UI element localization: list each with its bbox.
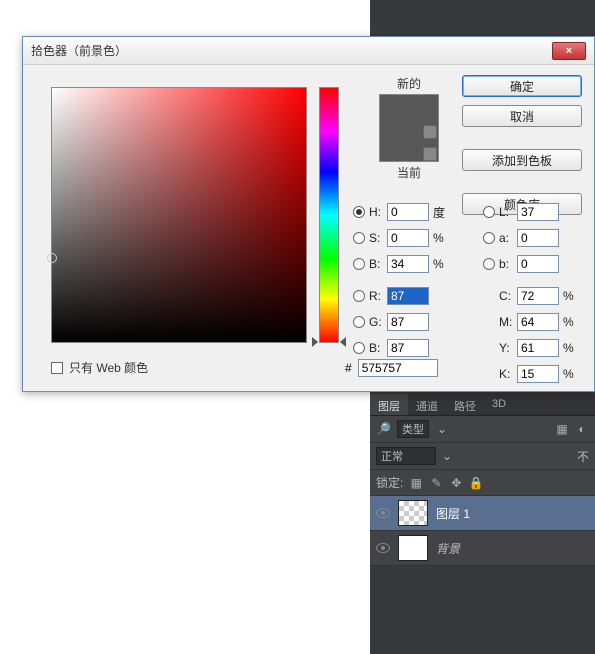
c-unit: % xyxy=(563,289,581,303)
radio-s[interactable] xyxy=(353,232,365,244)
b-unit: % xyxy=(433,257,451,271)
hex-prefix: # xyxy=(345,361,352,375)
hue-slider[interactable] xyxy=(319,87,339,343)
add-swatch-button[interactable]: 添加到色板 xyxy=(462,149,582,171)
m-label: M: xyxy=(499,315,517,329)
color-field[interactable] xyxy=(51,87,307,343)
l-label: L: xyxy=(499,205,517,219)
web-only-row: 只有 Web 颜色 xyxy=(51,359,148,376)
current-label: 当前 xyxy=(359,164,459,181)
b-label: B: xyxy=(369,257,387,271)
lock-label: 锁定: xyxy=(376,474,403,491)
tab-3d[interactable]: 3D xyxy=(484,394,514,415)
titlebar[interactable]: 拾色器（前景色） × xyxy=(23,37,594,65)
blend-mode-select[interactable]: 正常 xyxy=(376,447,436,465)
y-label: Y: xyxy=(499,341,517,355)
layer-thumbnail[interactable] xyxy=(398,535,428,561)
web-only-label: 只有 Web 颜色 xyxy=(69,359,148,376)
lock-pixel-icon[interactable]: ▦ xyxy=(409,476,423,490)
blend-row: 正常 ⌄ 不 xyxy=(370,443,595,470)
layers-panel: 图层 通道 路径 3D 🔎 类型 ⌄ ▦ ◐ 正常 ⌄ 不 锁定: ▦ ✎ ✥ xyxy=(370,394,595,566)
layer-thumbnail[interactable] xyxy=(398,500,428,526)
web-safe-icon[interactable] xyxy=(423,147,437,161)
tab-paths[interactable]: 路径 xyxy=(446,394,484,415)
radio-r[interactable] xyxy=(353,290,365,302)
color-preview: 新的 当前 xyxy=(359,75,459,183)
rgb-b-label: B: xyxy=(369,341,387,355)
radio-a[interactable] xyxy=(483,232,495,244)
visibility-icon[interactable] xyxy=(376,543,390,553)
new-color-swatch xyxy=(380,95,438,128)
radio-rgb-b[interactable] xyxy=(353,342,365,354)
hue-slider-arrow-right[interactable] xyxy=(340,337,346,347)
s-label: S: xyxy=(369,231,387,245)
radio-l[interactable] xyxy=(483,206,495,218)
new-label: 新的 xyxy=(359,75,459,92)
filter-adjust-icon[interactable]: ◐ xyxy=(575,422,589,436)
close-button[interactable]: × xyxy=(552,42,586,60)
warning-icons xyxy=(423,125,437,161)
hex-input[interactable] xyxy=(358,359,438,377)
tab-channels[interactable]: 通道 xyxy=(408,394,446,415)
c-label: C: xyxy=(499,289,517,303)
r-input[interactable] xyxy=(387,287,429,305)
dialog-buttons: 确定 取消 添加到色板 颜色库 xyxy=(462,75,582,215)
dropdown-icon[interactable]: ⌄ xyxy=(442,449,452,463)
filter-image-icon[interactable]: ▦ xyxy=(555,422,569,436)
lock-brush-icon[interactable]: ✎ xyxy=(429,476,443,490)
h-unit: 度 xyxy=(433,204,451,221)
a-input[interactable] xyxy=(517,229,559,247)
m-input[interactable] xyxy=(517,313,559,331)
k-input[interactable] xyxy=(517,365,559,383)
k-unit: % xyxy=(563,367,581,381)
a-label: a: xyxy=(499,231,517,245)
l-input[interactable] xyxy=(517,203,559,221)
hue-slider-arrow-left[interactable] xyxy=(312,337,318,347)
lock-all-icon[interactable]: 🔒 xyxy=(469,476,483,490)
s-input[interactable] xyxy=(387,229,429,247)
lock-move-icon[interactable]: ✥ xyxy=(449,476,463,490)
tab-layers[interactable]: 图层 xyxy=(370,394,408,415)
layer-filter-row: 🔎 类型 ⌄ ▦ ◐ xyxy=(370,416,595,443)
y-unit: % xyxy=(563,341,581,355)
m-unit: % xyxy=(563,315,581,329)
ok-button[interactable]: 确定 xyxy=(462,75,582,97)
rgb-b-input[interactable] xyxy=(387,339,429,357)
h-input[interactable] xyxy=(387,203,429,221)
color-marker[interactable] xyxy=(47,253,57,263)
color-picker-dialog: 拾色器（前景色） × 新的 当前 确定 取消 添加到色板 颜色库 xyxy=(22,36,595,392)
radio-lab-b[interactable] xyxy=(483,258,495,270)
c-input[interactable] xyxy=(517,287,559,305)
radio-g[interactable] xyxy=(353,316,365,328)
layer-item[interactable]: 背景 xyxy=(370,531,595,566)
b-input[interactable] xyxy=(387,255,429,273)
opacity-label: 不 xyxy=(577,448,589,465)
dropdown-icon[interactable]: ⌄ xyxy=(437,422,447,436)
dialog-title: 拾色器（前景色） xyxy=(31,42,552,59)
s-unit: % xyxy=(433,231,451,245)
k-label: K: xyxy=(499,367,517,381)
layer-name: 图层 1 xyxy=(436,505,470,522)
r-label: R: xyxy=(369,289,387,303)
type-filter-select[interactable]: 类型 xyxy=(397,420,429,438)
dialog-body: 新的 当前 确定 取消 添加到色板 颜色库 H: 度 S:% B:% xyxy=(23,65,594,391)
lab-b-label: b: xyxy=(499,257,517,271)
lock-row: 锁定: ▦ ✎ ✥ 🔒 xyxy=(370,470,595,496)
radio-b[interactable] xyxy=(353,258,365,270)
layer-item[interactable]: 图层 1 xyxy=(370,496,595,531)
gamut-warning-icon[interactable] xyxy=(423,125,437,139)
search-icon[interactable]: 🔎 xyxy=(376,422,391,436)
g-label: G: xyxy=(369,315,387,329)
radio-h[interactable] xyxy=(353,206,365,218)
lab-b-input[interactable] xyxy=(517,255,559,273)
y-input[interactable] xyxy=(517,339,559,357)
g-input[interactable] xyxy=(387,313,429,331)
h-label: H: xyxy=(369,205,387,219)
panel-tabs: 图层 通道 路径 3D xyxy=(370,394,595,416)
cancel-button[interactable]: 取消 xyxy=(462,105,582,127)
visibility-icon[interactable] xyxy=(376,508,390,518)
web-only-checkbox[interactable] xyxy=(51,362,63,374)
layer-name: 背景 xyxy=(436,540,460,557)
hex-row: # xyxy=(345,359,438,377)
